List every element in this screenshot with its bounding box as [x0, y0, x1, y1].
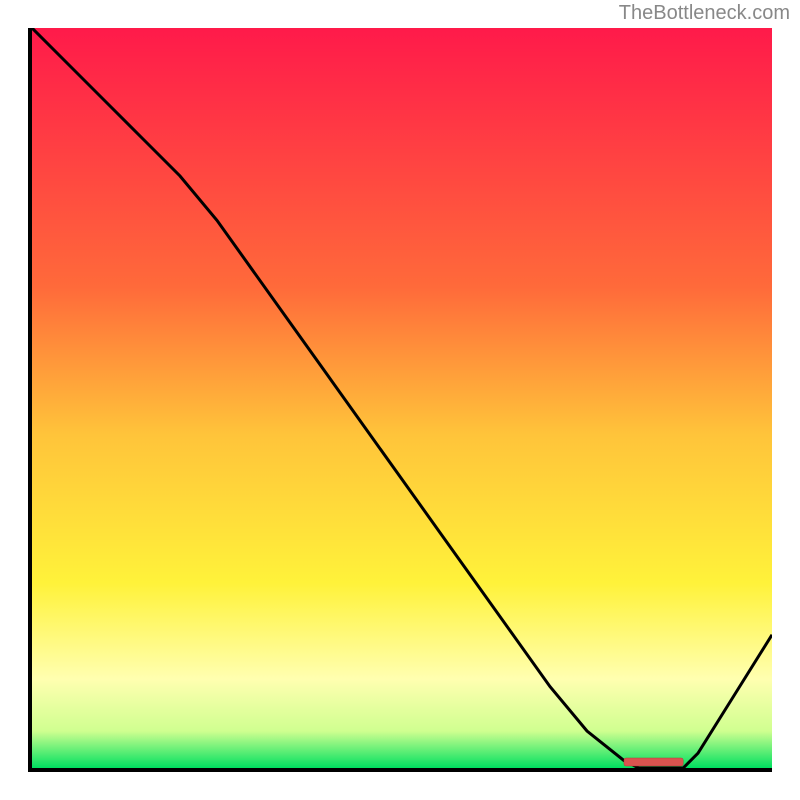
plot-area [28, 28, 772, 772]
watermark-text: TheBottleneck.com [619, 2, 790, 25]
chart-container: TheBottleneck.com [0, 0, 800, 800]
curve-line [32, 28, 772, 768]
optimal-marker [624, 758, 683, 766]
